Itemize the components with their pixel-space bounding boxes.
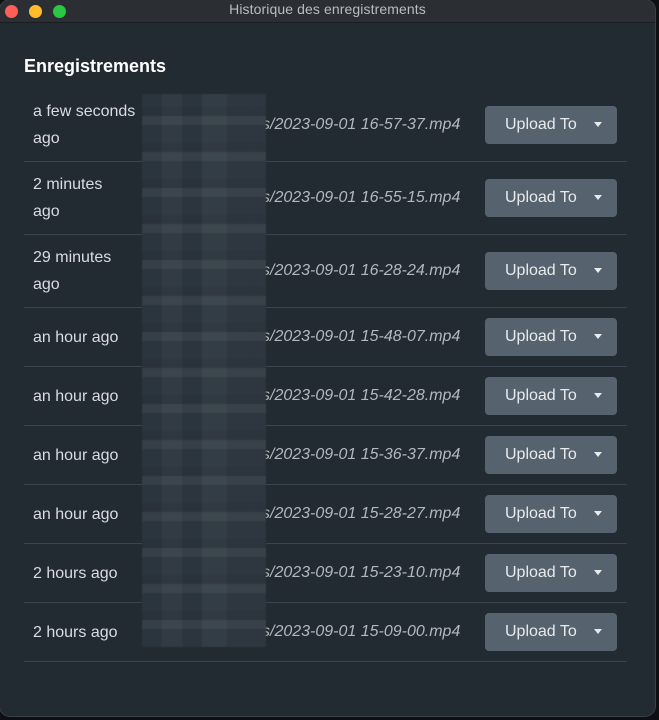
caret-down-icon bbox=[594, 122, 602, 127]
recording-time-line2: ago bbox=[33, 203, 60, 220]
upload-to-label: Upload To bbox=[505, 387, 577, 404]
recording-filename: s/2023-09-01 15-36-37.mp4 bbox=[262, 446, 461, 464]
recordings-list: a few seconds ago s/2023-09-01 16-57-37.… bbox=[24, 89, 627, 662]
upload-to-label: Upload To bbox=[505, 328, 577, 345]
recording-filename: s/2023-09-01 16-55-15.mp4 bbox=[262, 189, 461, 207]
list-item: an hour ago s/2023-09-01 15-28-27.mp4 Up… bbox=[24, 485, 627, 544]
recording-time-line2: ago bbox=[33, 276, 60, 293]
recording-time: 29 minutes ago bbox=[24, 244, 149, 298]
recording-time: an hour ago bbox=[33, 505, 119, 523]
upload-to-label: Upload To bbox=[505, 446, 577, 463]
upload-to-label: Upload To bbox=[505, 505, 577, 522]
recording-time: 2 hours ago bbox=[33, 564, 118, 582]
list-item: an hour ago s/2023-09-01 15-36-37.mp4 Up… bbox=[24, 426, 627, 485]
upload-to-label: Upload To bbox=[505, 116, 577, 133]
list-item: 2 minutes ago s/2023-09-01 16-55-15.mp4 … bbox=[24, 162, 627, 235]
recording-filename: s/2023-09-01 15-23-10.mp4 bbox=[262, 564, 461, 582]
recording-time: 2 hours ago bbox=[33, 623, 118, 641]
caret-down-icon bbox=[594, 393, 602, 398]
list-item: a few seconds ago s/2023-09-01 16-57-37.… bbox=[24, 89, 627, 162]
upload-to-button[interactable]: Upload To bbox=[485, 554, 617, 592]
recording-time-line1: 29 minutes bbox=[33, 249, 112, 266]
upload-to-button[interactable]: Upload To bbox=[485, 318, 617, 356]
upload-to-label: Upload To bbox=[505, 189, 577, 206]
caret-down-icon bbox=[594, 570, 602, 575]
recording-time: an hour ago bbox=[33, 446, 119, 464]
recording-time: a few seconds ago bbox=[24, 98, 149, 152]
caret-down-icon bbox=[594, 195, 602, 200]
recording-filename: s/2023-09-01 16-57-37.mp4 bbox=[262, 116, 461, 134]
upload-to-button[interactable]: Upload To bbox=[485, 495, 617, 533]
upload-to-label: Upload To bbox=[505, 262, 577, 279]
redacted-overlay bbox=[142, 94, 266, 647]
recording-filename: s/2023-09-01 15-42-28.mp4 bbox=[262, 387, 461, 405]
upload-to-button[interactable]: Upload To bbox=[485, 377, 617, 415]
upload-to-button[interactable]: Upload To bbox=[485, 179, 617, 217]
caret-down-icon bbox=[594, 334, 602, 339]
caret-down-icon bbox=[594, 268, 602, 273]
page-title: Enregistrements bbox=[24, 56, 167, 76]
list-item: 2 hours ago s/2023-09-01 15-23-10.mp4 Up… bbox=[24, 544, 627, 603]
list-item: 29 minutes ago s/2023-09-01 16-28-24.mp4… bbox=[24, 235, 627, 308]
caret-down-icon bbox=[594, 511, 602, 516]
recording-time: an hour ago bbox=[33, 328, 119, 346]
upload-to-button[interactable]: Upload To bbox=[485, 613, 617, 651]
list-item: an hour ago s/2023-09-01 15-42-28.mp4 Up… bbox=[24, 367, 627, 426]
window-title: Historique des enregistrements bbox=[229, 1, 426, 17]
recording-time-line1: 2 minutes bbox=[33, 176, 103, 193]
upload-to-label: Upload To bbox=[505, 623, 577, 640]
recording-time: an hour ago bbox=[33, 387, 119, 405]
upload-to-button[interactable]: Upload To bbox=[485, 106, 617, 144]
recording-time: 2 minutes ago bbox=[24, 171, 149, 225]
upload-to-button[interactable]: Upload To bbox=[485, 436, 617, 474]
recordings-history-window: Historique des enregistrements Enregistr… bbox=[0, 0, 655, 716]
recording-time-line2: ago bbox=[33, 130, 60, 147]
recording-filename: s/2023-09-01 15-28-27.mp4 bbox=[262, 505, 461, 523]
list-item: 2 hours ago s/2023-09-01 15-09-00.mp4 Up… bbox=[24, 603, 627, 662]
caret-down-icon bbox=[594, 452, 602, 457]
main-content: Enregistrements a few seconds ago s/2023… bbox=[0, 56, 655, 662]
recording-filename: s/2023-09-01 16-28-24.mp4 bbox=[262, 262, 461, 280]
title-bar[interactable]: Historique des enregistrements bbox=[0, 0, 655, 23]
recording-time-line1: a few seconds bbox=[33, 103, 136, 120]
upload-to-label: Upload To bbox=[505, 564, 577, 581]
upload-to-button[interactable]: Upload To bbox=[485, 252, 617, 290]
caret-down-icon bbox=[594, 629, 602, 634]
recording-filename: s/2023-09-01 15-09-00.mp4 bbox=[262, 623, 461, 641]
list-item: an hour ago s/2023-09-01 15-48-07.mp4 Up… bbox=[24, 308, 627, 367]
recording-filename: s/2023-09-01 15-48-07.mp4 bbox=[262, 328, 461, 346]
